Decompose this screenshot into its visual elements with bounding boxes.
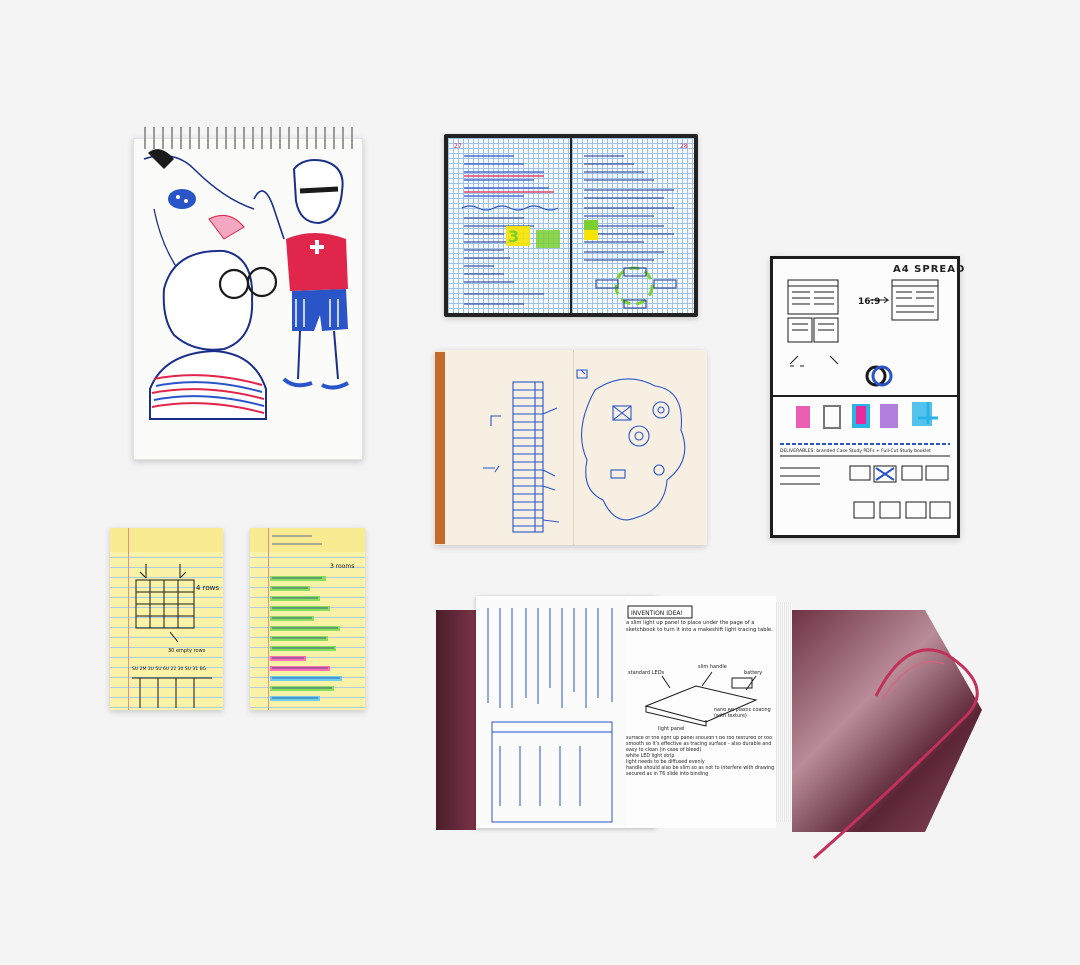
ratio-label: 16:9 [858, 297, 880, 307]
label-battery: battery [744, 670, 762, 676]
svg-text:3: 3 [508, 227, 519, 246]
invention-intro: a slim light up panel to place under the… [626, 620, 773, 633]
color-swatches [796, 402, 938, 429]
wireframe-sketchbook: 16:9 DELIVERABLES: branded Case Study PD… [770, 256, 960, 538]
grid-notes-sketch: 27 28 3 [454, 143, 688, 309]
cartoon-sketch [143, 149, 349, 420]
pad2-note: 3 rooms [330, 563, 354, 570]
leather-journal: INVENTION IDEA! a slim light up panel to… [436, 596, 988, 866]
journal-sketch: INVENTION IDEA! a slim light up panel to… [487, 605, 979, 860]
journal-note: secured as in T6 slide into binding [626, 772, 709, 777]
grid-page-number-left: 27 [454, 143, 462, 150]
label-coating: hand Alt plastic coating (with texture) [714, 708, 771, 719]
label-standard-leds: standard LEDs [628, 670, 665, 676]
pad1-label: 4 rows [196, 584, 219, 592]
invention-heading: INVENTION IDEA! [631, 610, 683, 617]
pad1-note: 30 empty rows [168, 648, 206, 654]
wireframe-sketch: 16:9 DELIVERABLES: branded Case Study PD… [780, 279, 951, 519]
grid-notebook: 27 28 3 [444, 134, 698, 317]
legal-pad-grid-sketch: 4 rows 30 empty rows SU 2M 3U 5U 6U 22 3… [132, 564, 219, 708]
grid-page-number-right: 28 [680, 143, 688, 150]
pad1-footer: SU 2M 3U 5U 6U 22 30 SU 31 BG [132, 666, 207, 672]
a4-spread-label: A4 SPREAD [893, 264, 966, 275]
label-light-panel: light panel [658, 726, 685, 732]
legal-pad-grid: 4 rows 30 empty rows SU 2M 3U 5U 6U 22 3… [110, 528, 223, 710]
label-slim-handle: slim handle [698, 664, 727, 670]
journal-note: surface of the light up panel shouldn't … [626, 736, 772, 753]
keys-sketchbook [435, 350, 707, 545]
highlighter-strokes [270, 576, 342, 701]
keys-map-sketch [483, 369, 686, 533]
spiral-sketchpad [133, 127, 363, 460]
legal-pad-highlighted: 3 rooms [250, 528, 365, 710]
legal-pad-highlighted-sketch: 3 rooms [270, 535, 354, 701]
deliverables-text: DELIVERABLES: branded Case Study PDFs + … [780, 448, 931, 454]
